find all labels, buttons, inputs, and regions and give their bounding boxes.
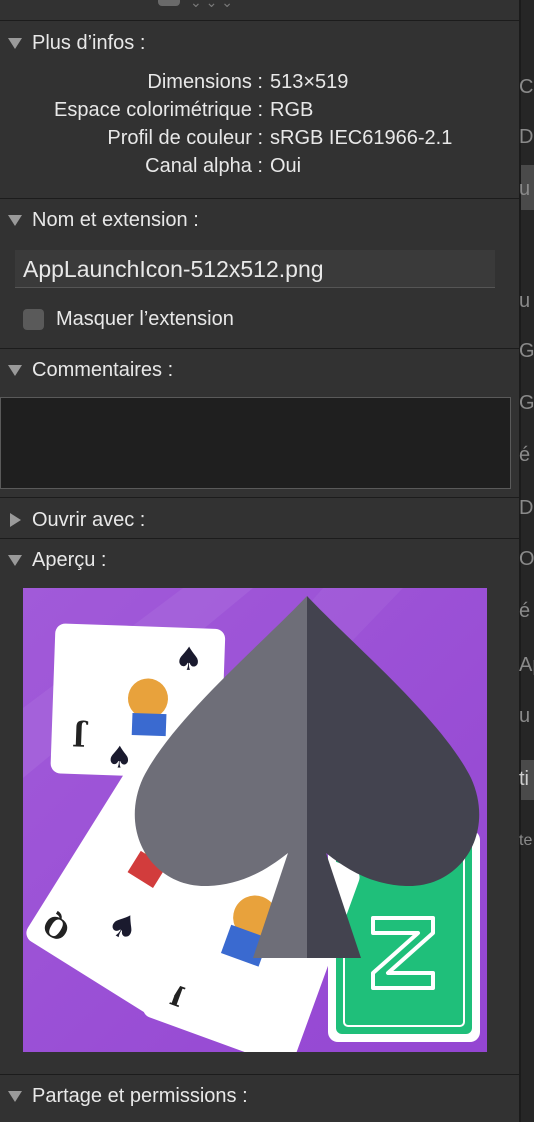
section-more-info[interactable]: Plus d’infos : [8,30,145,56]
background-text: Ap [519,654,534,676]
separator [0,538,519,539]
profile-label: Profil de couleur : [107,127,263,149]
hide-extension-label: Masquer l’extension [56,308,234,330]
alpha-value: Oui [270,155,302,177]
disclosure-triangle-icon[interactable] [10,513,21,527]
section-comments[interactable]: Commentaires : [8,357,173,383]
background-text: u [519,705,531,727]
dimensions-label: Dimensions : [147,71,263,93]
alpha-label: Canal alpha : [145,155,263,177]
profile-value: sRGB IEC61966-2.1 [270,127,453,149]
comments-textarea[interactable] [0,397,511,489]
background-text: é [519,600,531,622]
background-text: Da [519,497,534,519]
svg-text:♠: ♠ [174,639,204,678]
info-row-dimensions: Dimensions : 513×519 [0,71,519,99]
separator [0,20,519,21]
background-text: u [519,290,531,312]
info-panel: ⌄ ⌄ ⌄ Plus d’infos : Dimensions : 513×51… [0,0,519,1122]
background-text: Or [519,548,534,570]
section-title: Plus d’infos : [32,31,146,54]
preview-image: K ♠ Q ♠ J ♠ ♠ [23,588,487,1052]
background-text: Gc [519,340,534,362]
section-name-extension[interactable]: Nom et extension : [8,207,199,233]
filename-field[interactable]: AppLaunchIcon-512x512.png [15,250,495,288]
background-text: u [519,178,531,200]
info-row-colorspace: Espace colorimétrique : RGB [0,99,519,127]
dimensions-value: 513×519 [270,71,349,93]
separator [0,198,519,199]
colorspace-label: Espace colorimétrique : [54,99,263,121]
colorspace-value: RGB [270,99,314,121]
checkbox-box[interactable] [23,309,44,330]
section-title: Nom et extension : [32,208,199,231]
info-row-profile: Profil de couleur : sRGB IEC61966-2.1 [0,127,519,155]
background-text: Cl [519,76,534,98]
section-preview[interactable]: Aperçu : [8,547,106,573]
section-title: Partage et permissions : [32,1084,248,1107]
separator [0,1074,519,1075]
top-ghost-text: ⌄ ⌄ ⌄ [190,0,233,10]
background-text: é [519,444,531,466]
disclosure-triangle-icon[interactable] [8,554,22,566]
hide-extension-checkbox[interactable]: Masquer l’extension [23,308,234,331]
section-title: Ouvrir avec : [32,508,146,531]
section-sharing[interactable]: Partage et permissions : [8,1083,248,1109]
separator [0,497,519,498]
background-text: ti [519,768,529,790]
section-title: Aperçu : [32,548,107,571]
separator [0,348,519,349]
info-row-alpha: Canal alpha : Oui [0,155,519,183]
background-text: Dc [519,126,534,148]
background-window: Cl Dc u u Gc Gr é Da Or é Ap u ti te [519,0,534,1122]
disclosure-triangle-icon[interactable] [8,37,22,49]
background-text: te [519,832,533,849]
disclosure-triangle-icon[interactable] [8,214,22,226]
svg-text:♠: ♠ [105,740,133,776]
section-open-with[interactable]: Ouvrir avec : [8,507,145,533]
disclosure-triangle-icon[interactable] [8,364,22,376]
disclosure-triangle-icon[interactable] [8,1090,22,1102]
section-title: Commentaires : [32,358,174,381]
top-control[interactable] [158,0,180,6]
background-text: Gr [519,392,534,414]
